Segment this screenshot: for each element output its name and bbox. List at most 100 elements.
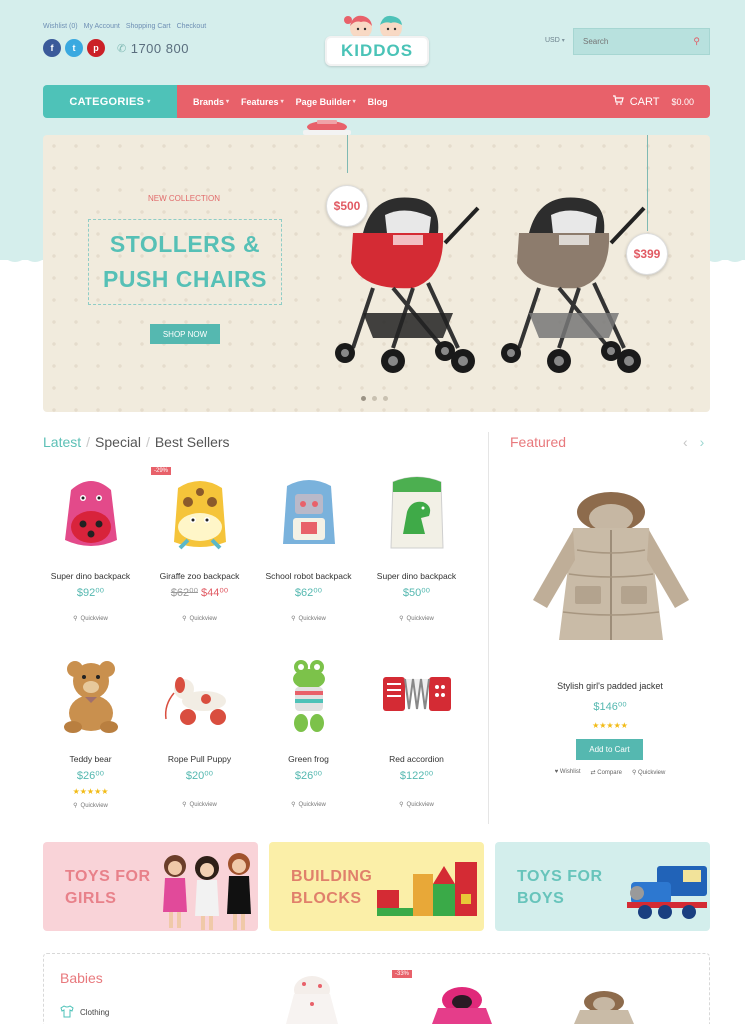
site-logo[interactable]: KIDDOS: [321, 10, 433, 70]
nav-item-brands[interactable]: Brands ▾: [193, 97, 229, 107]
product-name[interactable]: Super dino backpack: [363, 571, 470, 582]
chevron-right-icon[interactable]: ›: [700, 434, 705, 450]
promo-text: BUILDING BLOCKS: [291, 866, 372, 910]
promo-line2: BLOCKS: [291, 890, 362, 907]
quickview-button[interactable]: ⚲ Quickview: [146, 801, 253, 809]
search-icon: ⚲: [73, 616, 78, 622]
product-price: $92⁰⁰: [76, 587, 105, 599]
shop-now-button[interactable]: SHOP NOW: [150, 324, 220, 344]
quickview-button[interactable]: ⚲ Quickview: [363, 615, 470, 623]
quickview-button[interactable]: ⚲ Quickview: [37, 802, 144, 810]
tab-special[interactable]: Special: [95, 434, 141, 450]
compare-icon: ⇄: [590, 770, 596, 776]
product-card[interactable]: Red accordion $122⁰⁰ ⚲ Quickview: [363, 655, 470, 808]
currency-value: USD: [545, 37, 560, 44]
top-links: Wishlist (0) My Account Shopping Cart Ch…: [43, 23, 206, 30]
padded-jacket-image: [533, 492, 689, 640]
slider-dots: [361, 396, 388, 401]
nav-item-label: Features: [241, 96, 279, 107]
search-icon: ⚲: [399, 616, 404, 622]
dino-backpack-image: [389, 476, 444, 549]
chevron-left-icon[interactable]: ‹: [683, 434, 688, 450]
slider-dot[interactable]: [361, 396, 366, 401]
nav-item-blog[interactable]: Blog: [368, 97, 388, 107]
red-accordion-image: [382, 677, 451, 711]
product-tabs: Latest / Special / Best Sellers: [43, 434, 230, 450]
nav-item-features[interactable]: Features ▾: [241, 97, 284, 107]
product-price: $62⁰⁰: [294, 587, 323, 599]
currency-selector[interactable]: USD ▾: [545, 37, 565, 44]
product-card[interactable]: Teddy bear $26⁰⁰ ★★★★★ ⚲ Quickview: [37, 655, 144, 809]
rope-pull-puppy-image: [164, 677, 226, 725]
product-card[interactable]: Super dino backpack $50⁰⁰ ⚲ Quickview: [363, 472, 470, 622]
categories-menu-button[interactable]: CATEGORIES ▾: [43, 85, 177, 118]
tab-best-sellers[interactable]: Best Sellers: [155, 434, 230, 450]
banner-kicker: NEW COLLECTION: [148, 194, 221, 203]
nav-item-page-builder[interactable]: Page Builder ▾: [296, 97, 356, 107]
promo-line2: GIRLS: [65, 890, 117, 907]
cart-icon: [612, 95, 624, 108]
twitter-icon[interactable]: t: [65, 39, 83, 57]
product-card[interactable]: School robot backpack $62⁰⁰ ⚲ Quickview: [255, 472, 362, 622]
product-card[interactable]: Super dino backpack $92⁰⁰ ⚲ Quickview: [37, 472, 144, 622]
quickview-button[interactable]: ⚲ Quickview: [363, 801, 470, 809]
robot-backpack-image: [282, 480, 335, 544]
product-card[interactable]: Green frog $26⁰⁰ ⚲ Quickview: [255, 655, 362, 808]
checkout-link[interactable]: Checkout: [177, 23, 207, 30]
hero-banner: NEW COLLECTION STOLLERS & PUSH CHAIRS SH…: [43, 135, 710, 412]
blocks-image: [377, 862, 477, 916]
green-frog-image: [292, 660, 325, 732]
facebook-icon[interactable]: f: [43, 39, 61, 57]
slider-dot[interactable]: [372, 396, 377, 401]
phone-icon: ✆: [117, 42, 127, 55]
quickview-label: Quickview: [406, 615, 434, 622]
promo-text: TOYS FOR GIRLS: [65, 866, 151, 910]
category-clothing[interactable]: Clothing: [60, 1005, 109, 1020]
category-label: Clothing: [80, 1008, 110, 1017]
promo-line1: BUILDING: [291, 868, 373, 885]
wishlist-button[interactable]: ♥ Wishlist: [555, 769, 581, 776]
shopping-cart-link[interactable]: Shopping Cart: [126, 23, 171, 30]
search-icon: ⚲: [182, 802, 187, 808]
wishlist-label: Wishlist: [559, 769, 581, 775]
slider-dot[interactable]: [383, 396, 388, 401]
product-name[interactable]: Super dino backpack: [37, 571, 144, 582]
nav-item-label: Brands: [193, 96, 225, 107]
promo-building-blocks[interactable]: BUILDING BLOCKS: [269, 842, 484, 931]
wishlist-link[interactable]: Wishlist (0): [43, 23, 78, 30]
search-icon[interactable]: ⚲: [693, 36, 700, 47]
nav-menu: Brands ▾ Features ▾ Page Builder ▾ Blog CAR…: [177, 85, 710, 118]
cart-amount: $0.00: [671, 96, 694, 107]
cart-button[interactable]: CART $0.00: [612, 95, 710, 108]
add-to-cart-button[interactable]: Add to Cart: [576, 739, 643, 760]
search-input[interactable]: [583, 37, 694, 46]
quickview-button[interactable]: ⚲ Quickview: [146, 615, 253, 623]
compare-button[interactable]: ⇄ Compare: [591, 769, 622, 776]
product-name[interactable]: Rope Pull Puppy: [146, 754, 253, 765]
product-name[interactable]: Teddy bear: [37, 754, 144, 765]
dolls-image: [163, 853, 251, 930]
quickview-button[interactable]: ⚲ Quickview: [37, 615, 144, 623]
product-card[interactable]: Giraffe zoo backpack $62⁰⁰ $44⁰⁰ ⚲ Quickvi…: [146, 472, 253, 622]
product-name[interactable]: Red accordion: [363, 754, 470, 765]
product-card[interactable]: Rope Pull Puppy $20⁰⁰ ⚲ Quickview: [146, 655, 253, 808]
price-tag-string: [347, 135, 348, 173]
tab-latest[interactable]: Latest: [43, 434, 81, 450]
heart-icon: ♥: [554, 769, 559, 775]
quickview-button[interactable]: ⚲ Quickview: [255, 615, 362, 623]
nav-item-label: Page Builder: [295, 96, 351, 107]
quickview-button[interactable]: ⚲ Quickview: [255, 801, 362, 809]
search-icon: ⚲: [631, 770, 637, 776]
quickview-button[interactable]: ⚲ Quickview: [632, 769, 665, 776]
featured-product-name[interactable]: Stylish girl's padded jacket: [510, 681, 710, 691]
promo-toys-for-girls[interactable]: TOYS FOR GIRLS: [43, 842, 258, 931]
promo-toys-for-boys[interactable]: TOYS FOR BOYS: [495, 842, 710, 931]
categories-label: CATEGORIES: [69, 95, 145, 108]
babies-title: Babies: [60, 970, 103, 986]
product-name[interactable]: Green frog: [255, 754, 362, 765]
product-name[interactable]: Giraffe zoo backpack: [146, 571, 253, 582]
pinterest-icon[interactable]: p: [87, 39, 105, 57]
quickview-label: Quickview: [80, 615, 108, 622]
sale-badge: -33%: [392, 970, 413, 978]
my-account-link[interactable]: My Account: [84, 23, 120, 30]
